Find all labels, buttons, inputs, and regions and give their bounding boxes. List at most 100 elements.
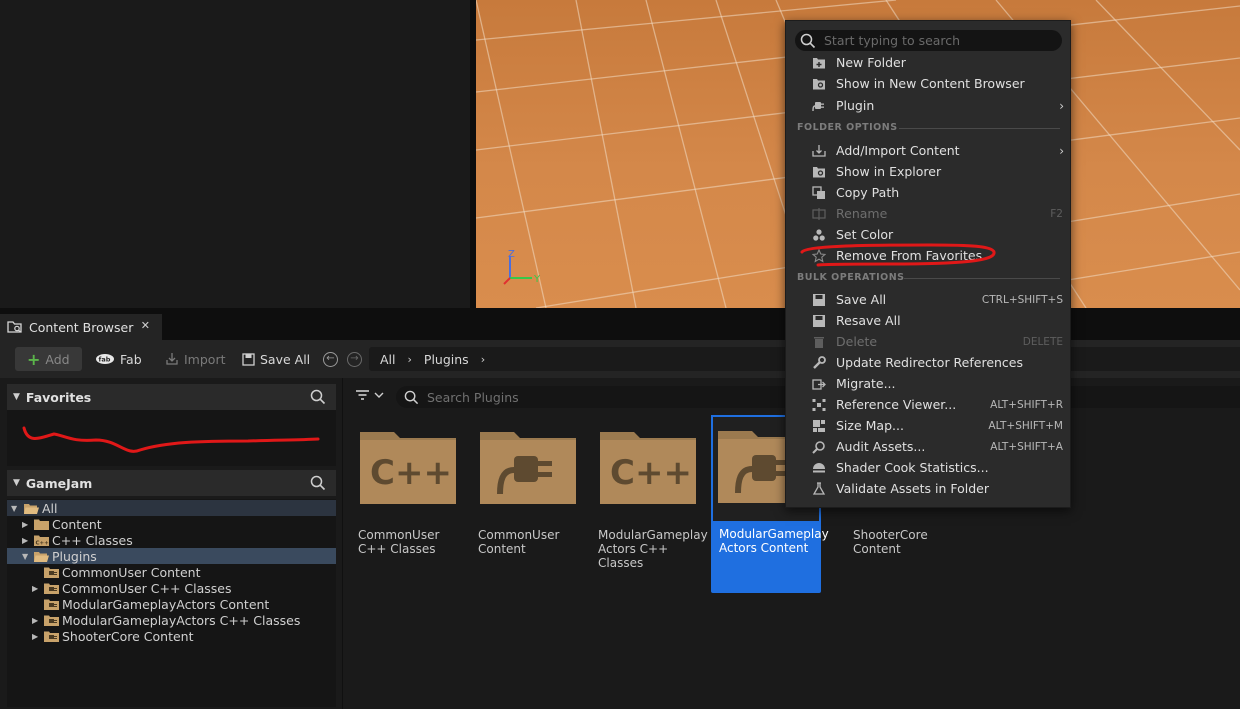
shortcut-label: ALT+SHIFT+R	[990, 398, 1063, 411]
reference-viewer-icon	[812, 399, 826, 411]
add-button[interactable]: + Add	[15, 347, 82, 371]
cpp-folder-icon: C++	[34, 535, 49, 546]
content-browser-icon	[813, 79, 825, 90]
open-folder-icon	[24, 503, 39, 514]
tree-item-commonuser-cpp[interactable]: ▶ CommonUser C++ Classes	[7, 580, 336, 596]
menu-item-shader-cook-statistics[interactable]: Shader Cook Statistics...	[786, 457, 1072, 478]
fab-button[interactable]: fab Fab	[95, 347, 142, 371]
asset-tile-commonuser-content[interactable]: CommonUser Content	[473, 416, 583, 592]
collapsed-arrow-icon[interactable]: ▶	[32, 616, 38, 625]
empty-panel	[0, 0, 470, 308]
search-icon[interactable]	[310, 475, 326, 491]
plugin-folder-icon	[44, 599, 59, 610]
menu-item-label: Update Redirector References	[836, 355, 1024, 370]
expanded-arrow-icon[interactable]: ▼	[11, 504, 17, 513]
save-all-label: Save All	[260, 351, 311, 367]
menu-item-validate-assets[interactable]: Validate Assets in Folder	[786, 478, 1072, 499]
tree-item-modular-cpp[interactable]: ▶ ModularGameplayActors C++ Classes	[7, 612, 336, 628]
copy-icon	[812, 186, 825, 199]
tree-item-shootercore-content[interactable]: ▶ ShooterCore Content	[7, 628, 336, 644]
shortcut-label: ALT+SHIFT+M	[988, 419, 1063, 432]
star-icon	[812, 249, 826, 263]
tree-item-label: C++ Classes	[52, 532, 133, 548]
close-tab-icon[interactable]: ✕	[141, 319, 150, 332]
asset-tile-modular-cpp[interactable]: C++ ModularGameplay Actors C++ Classes	[593, 416, 708, 592]
menu-item-label: Copy Path	[836, 185, 900, 200]
favorites-list	[7, 410, 336, 466]
collapsed-arrow-icon[interactable]: ▶	[22, 520, 28, 529]
breadcrumb-chevron-icon[interactable]: ›	[481, 353, 485, 366]
plugin-folder-icon	[480, 432, 576, 504]
menu-item-plugin[interactable]: Plugin ›	[786, 95, 1072, 116]
collapsed-arrow-icon[interactable]: ▶	[32, 632, 38, 641]
project-header[interactable]: ▼ GameJam	[7, 470, 336, 496]
shortcut-label: DELETE	[1022, 335, 1063, 348]
asset-tile-label: CommonUser C++ Classes	[358, 528, 440, 556]
shortcut-label: CTRL+SHIFT+S	[981, 293, 1063, 306]
section-header-folder-options: FOLDER OPTIONS	[797, 122, 898, 133]
search-plugins-input[interactable]	[427, 389, 727, 405]
breadcrumb-all[interactable]: All	[380, 352, 396, 367]
search-icon[interactable]	[310, 389, 326, 405]
menu-item-add-import-content[interactable]: Add/Import Content ›	[786, 140, 1072, 161]
submenu-arrow-icon: ›	[1059, 143, 1064, 158]
chevron-down-icon	[374, 392, 384, 398]
rename-icon	[812, 208, 826, 220]
menu-item-show-in-new-content-browser[interactable]: Show in New Content Browser	[786, 73, 1072, 94]
menu-item-update-redirector-references[interactable]: Update Redirector References	[786, 352, 1072, 373]
import-button[interactable]: Import	[165, 347, 226, 371]
menu-item-audit-assets[interactable]: Audit Assets... ALT+SHIFT+A	[786, 436, 1072, 457]
favorites-title: Favorites	[25, 389, 92, 405]
tree-item-plugins[interactable]: ▼ Plugins	[7, 548, 336, 564]
menu-search-field[interactable]	[795, 30, 1062, 51]
shortcut-label: ALT+SHIFT+A	[990, 440, 1063, 453]
tree-item-modular-content[interactable]: ModularGameplayActors Content	[7, 596, 336, 612]
breadcrumb-chevron-icon[interactable]: ›	[408, 353, 412, 366]
back-arrow-icon[interactable]: ←	[323, 352, 338, 367]
palette-icon	[813, 229, 825, 241]
save-all-button[interactable]: Save All	[242, 347, 310, 371]
collapse-arrow-icon[interactable]: ▼	[13, 392, 20, 402]
asset-tile-label: ShooterCore Content	[853, 528, 928, 556]
menu-search-input[interactable]	[824, 33, 1054, 48]
tree-item-commonuser-content[interactable]: CommonUser Content	[7, 564, 336, 580]
cpp-folder-icon: C++	[360, 432, 456, 504]
collapse-arrow-icon[interactable]: ▼	[13, 478, 20, 488]
tree-item-label: Content	[52, 516, 102, 532]
folder-tree: ▼ All ▶ Content ▶ C++ C++ Classes ▼ Plug…	[7, 499, 336, 707]
svg-text:C++: C++	[610, 453, 692, 493]
asset-tile-commonuser-cpp[interactable]: C++ CommonUser C++ Classes	[353, 416, 463, 592]
asset-tile-label: ModularGameplay Actors C++ Classes	[598, 528, 708, 570]
section-divider	[904, 278, 1060, 279]
breadcrumb-plugins[interactable]: Plugins	[424, 352, 469, 367]
tree-item-content[interactable]: ▶ Content	[7, 516, 336, 532]
menu-item-show-in-explorer[interactable]: Show in Explorer	[786, 161, 1072, 182]
menu-item-label: Audit Assets...	[836, 439, 926, 454]
tree-item-all[interactable]: ▼ All	[7, 500, 336, 516]
menu-item-label: Delete	[836, 334, 878, 349]
tree-item-label: CommonUser C++ Classes	[62, 580, 232, 596]
menu-item-new-folder[interactable]: New Folder	[786, 52, 1072, 73]
menu-item-copy-path[interactable]: Copy Path	[786, 182, 1072, 203]
menu-item-migrate[interactable]: Migrate...	[786, 373, 1072, 394]
menu-item-size-map[interactable]: Size Map... ALT+SHIFT+M	[786, 415, 1072, 436]
favorites-header[interactable]: ▼ Favorites	[7, 384, 336, 410]
menu-item-reference-viewer[interactable]: Reference Viewer... ALT+SHIFT+R	[786, 394, 1072, 415]
tree-item-label: CommonUser Content	[62, 564, 201, 580]
menu-item-remove-from-favorites[interactable]: Remove From Favorites	[786, 245, 1072, 266]
collapsed-arrow-icon[interactable]: ▶	[22, 536, 28, 545]
tree-item-cpp-classes[interactable]: ▶ C++ C++ Classes	[7, 532, 336, 548]
menu-item-save-all[interactable]: Save All CTRL+SHIFT+S	[786, 289, 1072, 310]
menu-item-set-color[interactable]: Set Color	[786, 224, 1072, 245]
collapsed-arrow-icon[interactable]: ▶	[32, 584, 38, 593]
expanded-arrow-icon[interactable]: ▼	[22, 552, 28, 561]
filter-icon	[356, 390, 369, 400]
menu-item-resave-all[interactable]: Resave All	[786, 310, 1072, 331]
open-folder-icon	[34, 551, 49, 562]
forward-arrow-icon[interactable]: →	[347, 352, 362, 367]
menu-item-label: Save All	[836, 292, 887, 307]
trash-icon	[814, 337, 824, 348]
filter-button[interactable]	[355, 389, 384, 401]
menu-item-label: Show in New Content Browser	[836, 76, 1025, 91]
tab-content-browser[interactable]: Content Browser ✕	[0, 314, 162, 340]
